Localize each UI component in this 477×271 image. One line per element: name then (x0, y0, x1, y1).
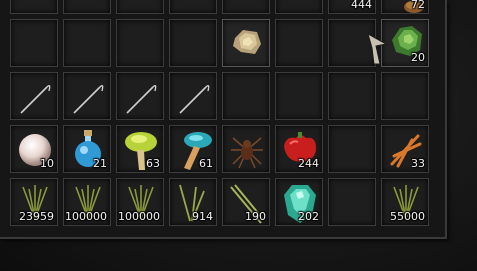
spider-icon (231, 137, 263, 169)
inventory-slot-herb[interactable]: 23959 (10, 178, 58, 226)
inventory-slot-pearl[interactable]: 10 (10, 125, 58, 173)
inventory-slot-item-a[interactable]: 444 (328, 0, 376, 14)
inventory-slot[interactable] (169, 0, 217, 14)
inventory-slot-herb[interactable]: 914 (169, 178, 217, 226)
inventory-slot[interactable] (222, 0, 270, 14)
item-quantity: 33 (411, 157, 425, 170)
inventory-slot-hook[interactable] (10, 72, 58, 120)
fishing-hook-icon (73, 84, 104, 114)
fishing-hook-icon (126, 84, 157, 114)
item-quantity: 61 (199, 157, 213, 170)
inventory-slot-potion[interactable]: 21 (63, 125, 111, 173)
inventory-slot-item-b[interactable]: 72 (381, 0, 429, 14)
inventory-slot[interactable] (116, 0, 164, 14)
item-quantity: 914 (192, 210, 213, 223)
inventory-slot[interactable] (222, 72, 270, 120)
item-quantity: 63 (146, 157, 160, 170)
inventory-slot-leaf-pile[interactable]: 20 (381, 19, 429, 67)
item-quantity: 21 (93, 157, 107, 170)
inventory-slot[interactable] (328, 72, 376, 120)
inventory-slot[interactable] (10, 19, 58, 67)
item-quantity: 20 (411, 51, 425, 64)
inventory-slot-red-pepper[interactable]: 244 (275, 125, 323, 173)
inventory-slot[interactable] (116, 19, 164, 67)
inventory-slot[interactable] (10, 0, 58, 14)
item-quantity: 244 (298, 157, 319, 170)
inventory-slot-hook[interactable] (116, 72, 164, 120)
inventory-slot-ore[interactable] (222, 19, 270, 67)
inventory-slot-herb[interactable]: 100000 (116, 178, 164, 226)
fishing-hook-icon (20, 84, 51, 114)
inventory-slot-wood-sticks[interactable]: 33 (381, 125, 429, 173)
item-quantity: 202 (298, 210, 319, 223)
inventory-slot-herb[interactable]: 190 (222, 178, 270, 226)
item-quantity: 190 (245, 210, 266, 223)
item-quantity: 100000 (65, 210, 107, 223)
inventory-slot-spider[interactable] (222, 125, 270, 173)
inventory-slot-green-mushroom[interactable]: 63 (116, 125, 164, 173)
item-quantity: 23959 (19, 210, 54, 223)
item-quantity: 55000 (390, 210, 425, 223)
item-quantity: 10 (40, 157, 54, 170)
inventory-slot-gem[interactable]: 202 (275, 178, 323, 226)
inventory-slot[interactable] (63, 19, 111, 67)
inventory-slot[interactable] (328, 178, 376, 226)
fishing-hook-icon (179, 84, 210, 114)
inventory-slot[interactable] (381, 72, 429, 120)
inventory-slot[interactable] (275, 72, 323, 120)
item-quantity: 444 (351, 0, 372, 11)
mouse-cursor-icon (367, 32, 388, 65)
item-quantity: 72 (411, 0, 425, 11)
inventory-slot-hook[interactable] (63, 72, 111, 120)
inventory-slot[interactable] (328, 125, 376, 173)
inventory-slot-herb[interactable]: 100000 (63, 178, 111, 226)
item-quantity: 100000 (118, 210, 160, 223)
inventory-slot-blue-mushroom[interactable]: 61 (169, 125, 217, 173)
inventory-slot-hook[interactable] (169, 72, 217, 120)
gold-ore-icon (233, 30, 261, 54)
inventory-slot[interactable] (275, 19, 323, 67)
inventory-slot[interactable] (63, 0, 111, 14)
inventory-slot[interactable] (275, 0, 323, 14)
inventory-slot[interactable] (169, 19, 217, 67)
inventory-slot-herb[interactable]: 55000 (381, 178, 429, 226)
